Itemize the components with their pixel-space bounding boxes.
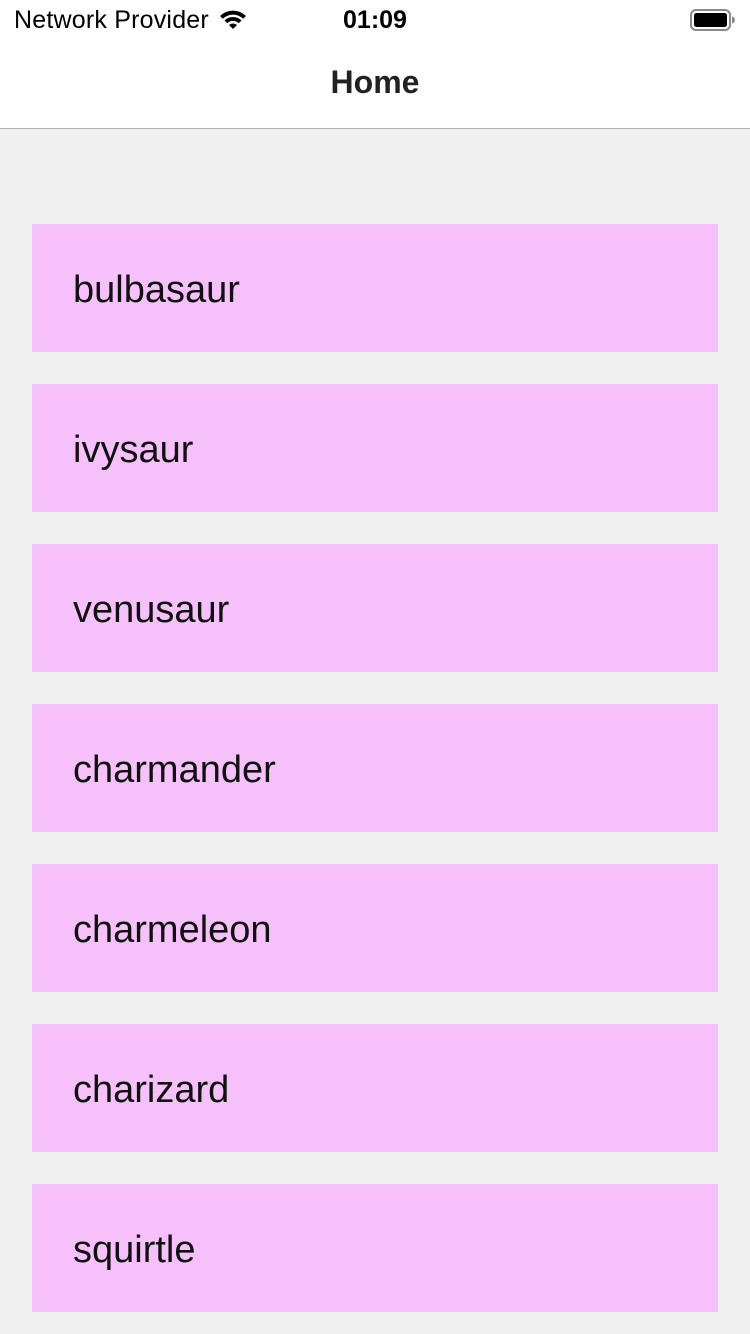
navigation-bar: Home [0,40,750,129]
list-item-ivysaur[interactable]: ivysaur [32,384,718,512]
list-item-venusaur[interactable]: venusaur [32,544,718,672]
list-item-bulbasaur[interactable]: bulbasaur [32,224,718,352]
list-item-charmander[interactable]: charmander [32,704,718,832]
page-title: Home [330,64,420,100]
pokemon-list: bulbasaur ivysaur venusaur charmander ch… [32,224,718,1334]
list-item-charizard[interactable]: charizard [32,1024,718,1152]
list-item-squirtle[interactable]: squirtle [32,1184,718,1312]
battery-icon [690,8,736,32]
list-item-label: squirtle [73,1229,196,1271]
list-item-label: venusaur [73,589,230,631]
status-bar: Network Provider 01:09 [0,0,750,40]
list-item-label: ivysaur [73,429,194,471]
list-item-label: bulbasaur [73,269,240,311]
list-item-charmeleon[interactable]: charmeleon [32,864,718,992]
list-item-label: charizard [73,1069,230,1111]
list-item-label: charmander [73,749,276,791]
list-container[interactable]: bulbasaur ivysaur venusaur charmander ch… [0,129,750,1334]
status-time: 01:09 [343,6,407,34]
list-item-label: charmeleon [73,909,272,951]
